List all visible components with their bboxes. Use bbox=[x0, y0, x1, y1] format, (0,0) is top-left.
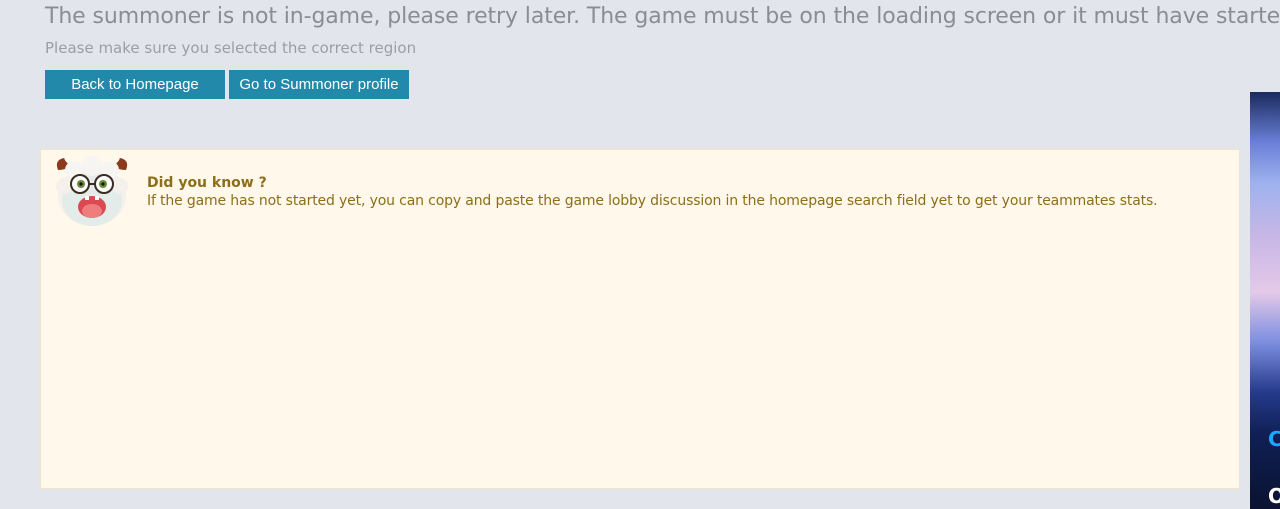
side-advertisement[interactable]: C O bbox=[1250, 92, 1280, 509]
poro-mascot-icon bbox=[52, 156, 132, 228]
back-to-homepage-button[interactable]: Back to Homepage bbox=[45, 70, 225, 99]
summoner-profile-button[interactable]: Go to Summoner profile bbox=[229, 70, 409, 99]
ad-text: C bbox=[1268, 427, 1280, 451]
tip-title: Did you know ? bbox=[147, 175, 267, 191]
error-message: The summoner is not in-game, please retr… bbox=[45, 4, 1280, 29]
did-you-know-box: Did you know ? If the game has not start… bbox=[40, 149, 1240, 489]
region-hint: Please make sure you selected the correc… bbox=[45, 39, 417, 57]
tip-text: If the game has not started yet, you can… bbox=[147, 193, 1158, 209]
ad-text: O bbox=[1268, 484, 1280, 508]
